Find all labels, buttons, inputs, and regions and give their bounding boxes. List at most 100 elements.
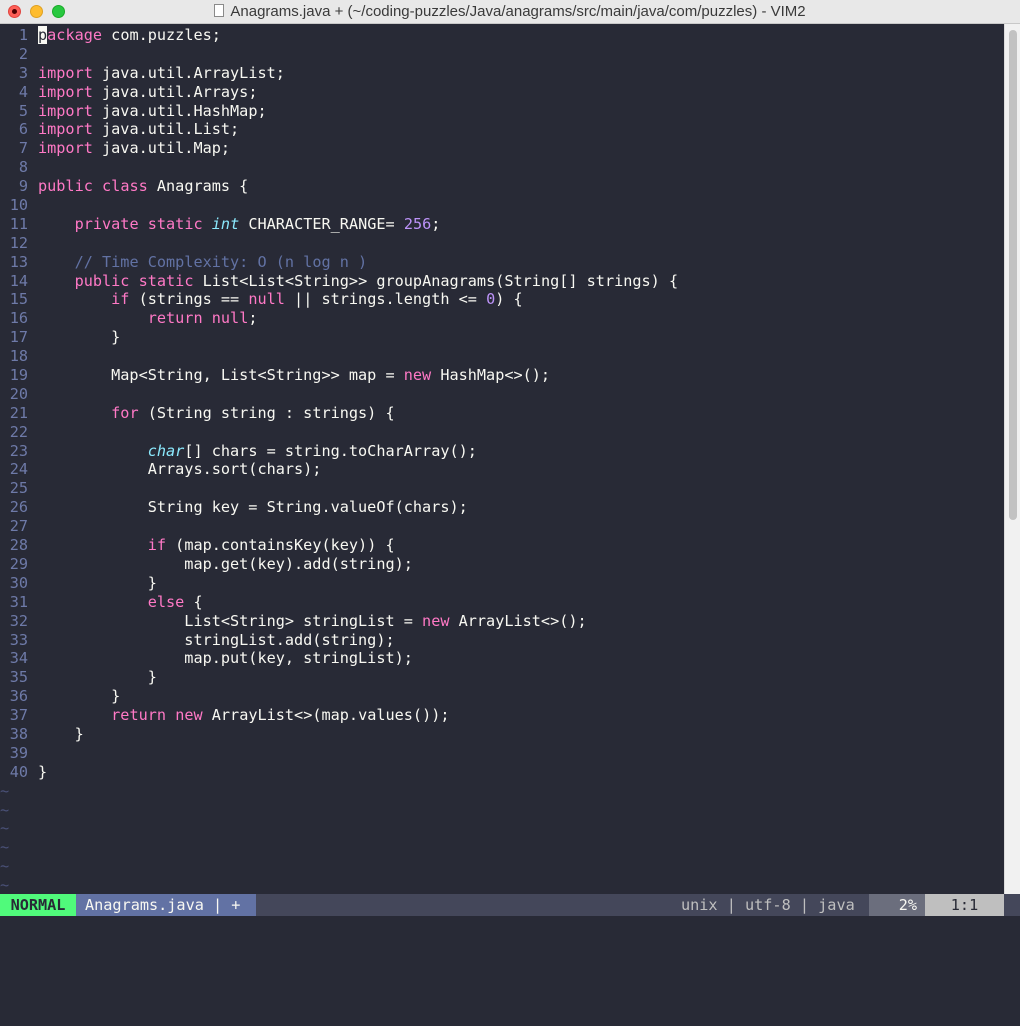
code-line[interactable]: 39 [0,744,1004,763]
code-line[interactable]: 36 } [0,687,1004,706]
code-line[interactable]: 6 import java.util.List; [0,120,1004,139]
code-line[interactable]: 33 stringList.add(string); [0,631,1004,650]
line-number: 1 [18,26,28,44]
code-line[interactable]: 8 [0,158,1004,177]
mode-indicator: NORMAL [0,894,76,916]
code-line[interactable]: 40} [0,763,1004,782]
document-icon [214,4,225,17]
code-line[interactable]: 18 [0,347,1004,366]
code-line[interactable]: 37 return new ArrayList<>(map.values()); [0,706,1004,725]
code-line[interactable]: 25 [0,479,1004,498]
line-number: 2 [18,44,28,63]
code-line[interactable]: 23 char[] chars = string.toCharArray(); [0,442,1004,461]
code-line[interactable]: 29 map.get(key).add(string); [0,555,1004,574]
code-token: Arrays.sort(chars); [38,460,322,479]
code-line[interactable]: 12 [0,234,1004,253]
code-line[interactable]: 1 package com.puzzles; [0,26,1004,45]
code-token: return [147,309,203,328]
code-text: package com.puzzles; [38,26,221,44]
code-line[interactable]: 5 import java.util.HashMap; [0,102,1004,121]
code-text: return new ArrayList<>(map.values()); [38,706,449,724]
scroll-percent-segment: 2% [869,894,925,916]
code-text: map.put(key, stringList); [38,649,413,667]
line-number: 31 [9,592,28,611]
code-line[interactable]: 17 } [0,328,1004,347]
code-text: public class Anagrams { [38,177,248,195]
line-number: 32 [9,611,28,630]
code-token: (map.containsKey(key)) { [166,536,395,555]
code-line[interactable]: 28 if (map.containsKey(key)) { [0,536,1004,555]
line-number: 12 [9,233,28,252]
empty-line-marker: ~ [0,838,10,857]
code-line[interactable]: 32 List<String> stringList = new ArrayLi… [0,612,1004,631]
code-line[interactable]: 31 else { [0,593,1004,612]
empty-line: ~ [0,801,1004,820]
code-line[interactable]: 15 if (strings == null || strings.length… [0,290,1004,309]
code-line[interactable]: 2 [0,45,1004,64]
code-line[interactable]: 19 Map<String, List<String>> map = new H… [0,366,1004,385]
window-title: Anagrams.java + (~/coding-puzzles/Java/a… [230,3,806,20]
code-line[interactable]: 3 import java.util.ArrayList; [0,64,1004,83]
empty-line: ~ [0,819,1004,838]
code-line[interactable]: 4 import java.util.Arrays; [0,83,1004,102]
code-token: if [111,290,130,309]
line-number: 21 [9,403,28,422]
code-line[interactable]: 14 public static List<List<String>> grou… [0,272,1004,291]
code-text: private static int CHARACTER_RANGE= 256; [38,214,441,233]
line-number: 13 [9,252,28,271]
line-number: 39 [9,743,28,762]
code-token: } [38,668,157,687]
code-line[interactable]: 26 String key = String.valueOf(chars); [0,498,1004,517]
code-line[interactable]: 22 [0,423,1004,442]
code-token: import [38,101,93,120]
scrollbar-thumb[interactable] [1009,30,1017,520]
line-number: 27 [9,517,28,536]
code-token: (String string : strings) { [138,403,395,422]
code-token: } [38,328,121,347]
code-line[interactable]: 35 } [0,668,1004,687]
code-line[interactable]: 7 import java.util.Map; [0,139,1004,158]
code-text: Arrays.sort(chars); [38,460,322,479]
editor-buffer[interactable]: 1 package com.puzzles; 2 3 import java.util.… [0,24,1004,894]
vertical-scrollbar[interactable] [1004,24,1020,894]
line-number: 22 [9,422,28,441]
code-token: import [38,139,93,158]
code-line[interactable]: 34 map.put(key, stringList); [0,649,1004,668]
code-text: if (map.containsKey(key)) { [38,536,395,554]
code-line[interactable]: 27 [0,517,1004,536]
line-number: 34 [9,649,28,668]
code-text: public static List<List<String>> groupAn… [38,272,679,290]
code-line[interactable]: 24 Arrays.sort(chars); [0,460,1004,479]
status-line: NORMAL Anagrams.java | + unix | utf-8 | … [0,894,1020,916]
code-token: String key = String.valueOf(chars); [38,498,468,517]
code-token: CHARACTER_RANGE= [239,214,404,233]
empty-line-marker: ~ [0,857,10,876]
code-line[interactable]: 30 } [0,574,1004,593]
code-token: if [147,536,167,555]
code-line[interactable]: 10 [0,196,1004,215]
line-number: 8 [18,158,28,177]
code-token: map.get(key).add(string); [38,554,413,573]
empty-line-marker: ~ [0,819,10,838]
code-line[interactable]: 16 return null; [0,309,1004,328]
code-line[interactable]: 21 for (String string : strings) { [0,404,1004,423]
code-token: } [38,762,48,781]
code-line[interactable]: 11 private static int CHARACTER_RANGE= 2… [0,215,1004,234]
line-number: 40 [9,762,28,781]
code-line[interactable]: 13 // Time Complexity: O (n log n ) [0,253,1004,272]
code-token: stringList.add(string); [38,630,395,649]
code-line[interactable]: 9 public class Anagrams { [0,177,1004,196]
code-line[interactable]: 20 [0,385,1004,404]
code-text: import java.util.List; [38,120,239,138]
code-token: ; [431,214,441,233]
code-text: stringList.add(string); [38,630,395,649]
code-line[interactable]: 38 } [0,725,1004,744]
title-bar: Anagrams.java + (~/coding-puzzles/Java/a… [0,0,1020,24]
